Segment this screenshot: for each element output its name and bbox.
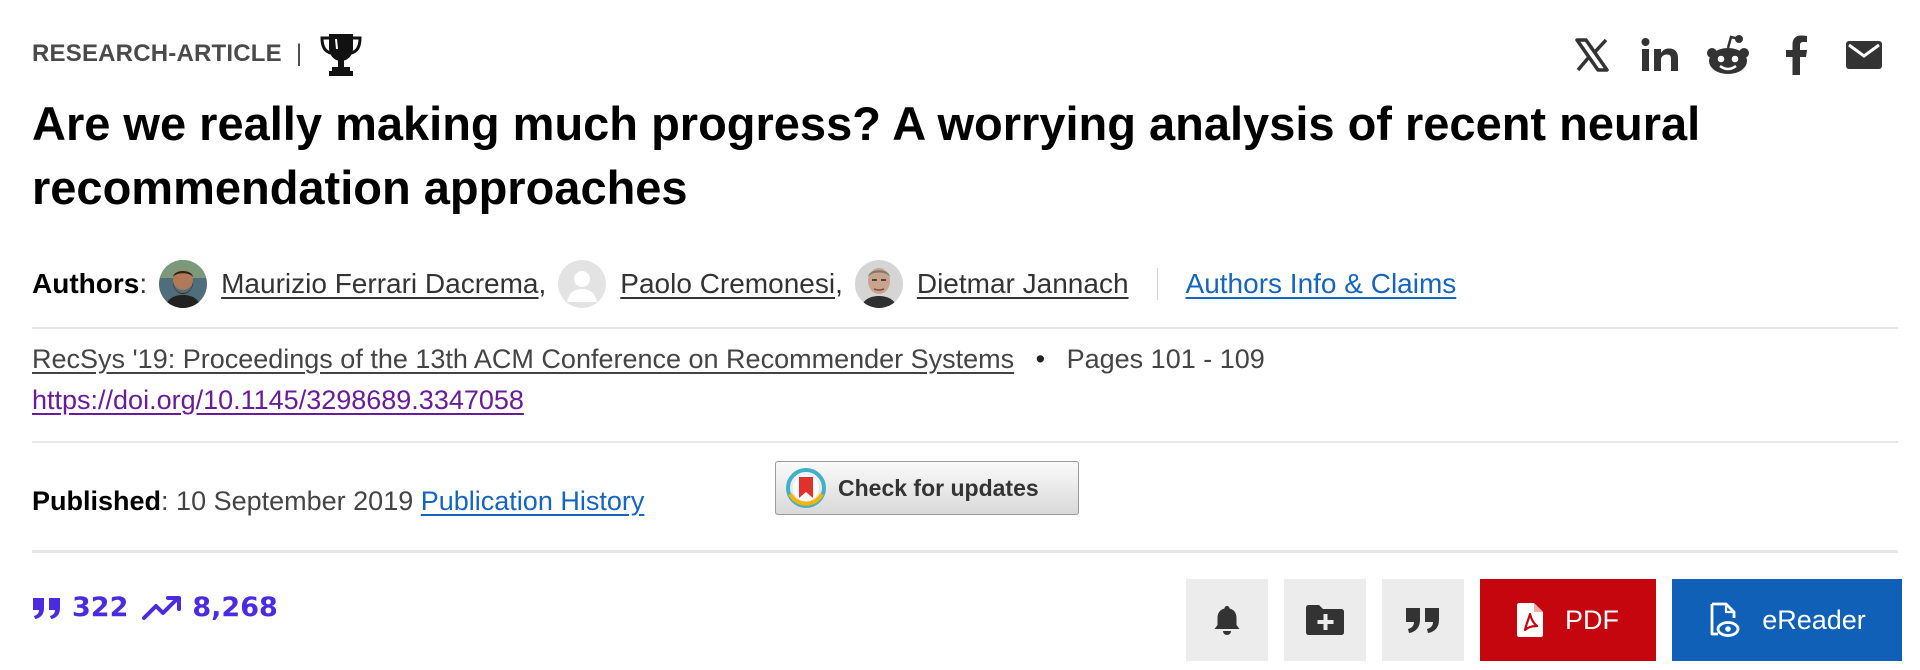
- citations-metric[interactable]: 322: [32, 592, 128, 623]
- ereader-icon: [1710, 602, 1740, 637]
- author-separator: ,: [538, 268, 547, 299]
- trophy-icon: [318, 30, 364, 78]
- authors-label: Authors: [32, 268, 140, 299]
- reddit-icon[interactable]: [1694, 30, 1762, 80]
- label-separator: |: [295, 40, 303, 67]
- publication-history-link[interactable]: Publication History: [421, 486, 645, 516]
- author-link[interactable]: Maurizio Ferrari Dacrema,: [221, 268, 546, 300]
- proceedings-link[interactable]: RecSys '19: Proceedings of the 13th ACM …: [32, 344, 1014, 374]
- author-separator: ,: [835, 268, 843, 299]
- metrics-bar: 322 8,268: [32, 592, 278, 623]
- downloads-count: 8,268: [192, 592, 278, 623]
- published-line: Published: 10 September 2019 Publication…: [32, 486, 644, 517]
- author-link[interactable]: Paolo Cremonesi,: [620, 268, 843, 300]
- pdf-file-icon: [1517, 603, 1543, 637]
- page-title: Are we really making much progress? A wo…: [32, 97, 1701, 214]
- pdf-button[interactable]: PDF: [1480, 579, 1656, 661]
- citations-count: 322: [72, 592, 129, 623]
- ereader-label[interactable]: eReader: [1762, 605, 1866, 636]
- check-for-updates-label[interactable]: Check for updates: [838, 475, 1039, 502]
- pages-range: Pages 101 - 109: [1066, 344, 1265, 374]
- divider: [1156, 268, 1158, 300]
- authors-colon: :: [139, 268, 148, 299]
- avatar-placeholder[interactable]: [558, 260, 607, 308]
- author-name[interactable]: Maurizio Ferrari Dacrema: [221, 268, 538, 299]
- divider: [32, 550, 1898, 553]
- doi-link[interactable]: https://doi.org/10.1145/3298689.3347058: [32, 385, 524, 416]
- share-toolbar: [1558, 30, 1898, 80]
- article-label-row: RESEARCH-ARTICLE |: [32, 34, 364, 76]
- published-date: 10 September 2019: [176, 486, 414, 516]
- authors-row: Authors : Maurizio Ferrari Dacrema, Paol…: [32, 258, 1456, 310]
- bullet-separator: •: [1035, 344, 1046, 374]
- published-colon: :: [161, 486, 169, 516]
- avatar[interactable]: [159, 260, 208, 308]
- alert-button[interactable]: [1186, 579, 1268, 661]
- divider: [32, 327, 1898, 329]
- divider: [32, 441, 1898, 443]
- downloads-metric[interactable]: 8,268: [142, 592, 278, 623]
- cite-button[interactable]: [1382, 579, 1464, 661]
- author-link[interactable]: Dietmar Jannach: [917, 268, 1129, 300]
- crossmark-icon: [786, 468, 826, 508]
- article-header: RESEARCH-ARTICLE | Are we really making …: [32, 0, 1902, 670]
- folder-plus-icon: [1306, 605, 1344, 635]
- avatar[interactable]: [854, 260, 903, 308]
- action-toolbar: PDF eReader: [1186, 579, 1902, 661]
- quote-icon: [1406, 608, 1439, 633]
- author-name[interactable]: Dietmar Jannach: [917, 268, 1129, 299]
- author-name[interactable]: Paolo Cremonesi: [620, 268, 835, 299]
- email-icon[interactable]: [1830, 30, 1898, 80]
- linkedin-icon[interactable]: [1626, 30, 1694, 80]
- proceedings-line: RecSys '19: Proceedings of the 13th ACM …: [32, 344, 1265, 375]
- authors-info-link[interactable]: Authors Info & Claims: [1186, 268, 1457, 300]
- article-type: RESEARCH-ARTICLE: [32, 40, 282, 67]
- bell-icon: [1214, 606, 1240, 635]
- x-twitter-icon[interactable]: [1558, 30, 1626, 80]
- published-label: Published: [32, 486, 162, 516]
- add-to-collection-button[interactable]: [1284, 579, 1366, 661]
- check-for-updates-button[interactable]: Check for updates: [775, 461, 1079, 515]
- facebook-icon[interactable]: [1762, 30, 1830, 80]
- pdf-label[interactable]: PDF: [1565, 605, 1619, 636]
- ereader-button[interactable]: eReader: [1672, 579, 1902, 661]
